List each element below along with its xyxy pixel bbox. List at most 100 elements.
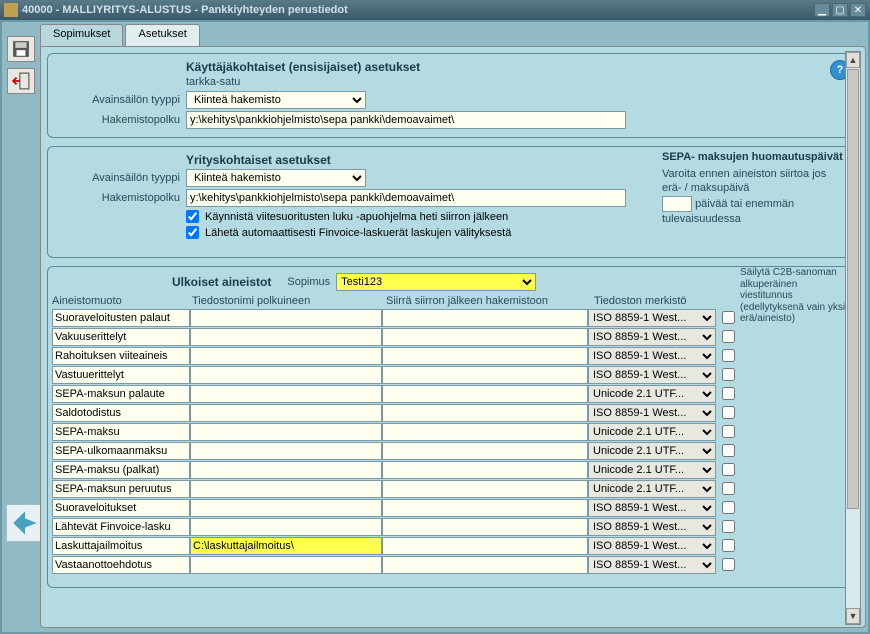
format-cell[interactable] — [52, 404, 190, 422]
user-settings-panel: ? Käyttäjäkohtaiset (ensisijaiset) asetu… — [47, 53, 859, 138]
filename-cell[interactable] — [190, 442, 382, 460]
filename-cell[interactable] — [190, 537, 382, 555]
filename-cell[interactable] — [190, 480, 382, 498]
encoding-select[interactable]: ISO 8859-1 West... — [588, 518, 716, 536]
send-finvoice-checkbox[interactable] — [186, 226, 199, 239]
filename-cell[interactable] — [190, 461, 382, 479]
scroll-down-button[interactable]: ▼ — [846, 608, 860, 624]
retain-checkbox[interactable] — [722, 520, 735, 533]
format-cell[interactable] — [52, 347, 190, 365]
movedir-cell[interactable] — [382, 347, 588, 365]
encoding-select[interactable]: ISO 8859-1 West... — [588, 328, 716, 346]
retain-checkbox[interactable] — [722, 349, 735, 362]
retain-checkbox[interactable] — [722, 330, 735, 343]
app-icon — [4, 3, 18, 17]
format-cell[interactable] — [52, 442, 190, 460]
scroll-up-button[interactable]: ▲ — [846, 52, 860, 68]
movedir-cell[interactable] — [382, 537, 588, 555]
vertical-scrollbar[interactable]: ▲ ▼ — [845, 51, 861, 625]
nav-logo — [6, 504, 44, 542]
tab-asetukset[interactable]: Asetukset — [125, 24, 199, 46]
tab-bar: Sopimukset Asetukset — [40, 24, 866, 46]
format-cell[interactable] — [52, 309, 190, 327]
exit-button[interactable] — [7, 68, 35, 94]
encoding-select[interactable]: ISO 8859-1 West... — [588, 556, 716, 574]
movedir-cell[interactable] — [382, 499, 588, 517]
minimize-button[interactable]: ▁ — [814, 3, 830, 17]
encoding-select[interactable]: Unicode 2.1 UTF... — [588, 480, 716, 498]
filename-cell[interactable] — [190, 347, 382, 365]
retain-checkbox[interactable] — [722, 501, 735, 514]
format-cell[interactable] — [52, 480, 190, 498]
filename-cell[interactable] — [190, 423, 382, 441]
encoding-select[interactable]: ISO 8859-1 West... — [588, 499, 716, 517]
format-cell[interactable] — [52, 328, 190, 346]
retain-checkbox[interactable] — [722, 387, 735, 400]
movedir-cell[interactable] — [382, 366, 588, 384]
format-cell[interactable] — [52, 537, 190, 555]
contract-select[interactable]: Testi123 — [336, 273, 536, 291]
movedir-cell[interactable] — [382, 328, 588, 346]
external-materials-panel: Säilytä C2B-sanoman alkuperäinen viestit… — [47, 266, 859, 588]
format-cell[interactable] — [52, 461, 190, 479]
filename-cell[interactable] — [190, 366, 382, 384]
movedir-cell[interactable] — [382, 309, 588, 327]
maximize-button[interactable]: ▢ — [832, 3, 848, 17]
encoding-select[interactable]: Unicode 2.1 UTF... — [588, 442, 716, 460]
retain-checkbox[interactable] — [722, 368, 735, 381]
retain-checkbox[interactable] — [722, 539, 735, 552]
format-cell[interactable] — [52, 518, 190, 536]
user-settings-title: Käyttäjäkohtaiset (ensisijaiset) asetuks… — [186, 60, 850, 74]
directory-path-input[interactable] — [186, 111, 626, 129]
movedir-cell[interactable] — [382, 461, 588, 479]
encoding-select[interactable]: Unicode 2.1 UTF... — [588, 423, 716, 441]
movedir-cell[interactable] — [382, 385, 588, 403]
movedir-cell[interactable] — [382, 480, 588, 498]
company-keystore-type-select[interactable]: Kiinteä hakemisto — [186, 169, 366, 187]
encoding-select[interactable]: ISO 8859-1 West... — [588, 537, 716, 555]
encoding-select[interactable]: ISO 8859-1 West... — [588, 366, 716, 384]
retain-checkbox[interactable] — [722, 463, 735, 476]
table-row: ISO 8859-1 West... — [52, 555, 854, 574]
encoding-select[interactable]: Unicode 2.1 UTF... — [588, 385, 716, 403]
scroll-thumb[interactable] — [847, 69, 859, 509]
movedir-cell[interactable] — [382, 518, 588, 536]
filename-cell[interactable] — [190, 309, 382, 327]
sepa-days-input[interactable] — [662, 196, 692, 212]
format-cell[interactable] — [52, 366, 190, 384]
retain-checkbox[interactable] — [722, 444, 735, 457]
filename-cell[interactable] — [190, 328, 382, 346]
encoding-select[interactable]: ISO 8859-1 West... — [588, 309, 716, 327]
format-cell[interactable] — [52, 423, 190, 441]
encoding-select[interactable]: Unicode 2.1 UTF... — [588, 461, 716, 479]
sepa-reminder-text1: Varoita ennen aineiston siirtoa jos erä-… — [662, 167, 848, 196]
start-helper-checkbox[interactable] — [186, 210, 199, 223]
movedir-cell[interactable] — [382, 404, 588, 422]
tab-sopimukset[interactable]: Sopimukset — [40, 24, 123, 46]
filename-cell[interactable] — [190, 499, 382, 517]
retain-checkbox[interactable] — [722, 425, 735, 438]
keystore-type-select[interactable]: Kiinteä hakemisto — [186, 91, 366, 109]
movedir-cell[interactable] — [382, 556, 588, 574]
movedir-cell[interactable] — [382, 423, 588, 441]
encoding-select[interactable]: ISO 8859-1 West... — [588, 404, 716, 422]
save-button[interactable] — [7, 36, 35, 62]
retain-checkbox[interactable] — [722, 558, 735, 571]
encoding-select[interactable]: ISO 8859-1 West... — [588, 347, 716, 365]
filename-cell[interactable] — [190, 385, 382, 403]
company-directory-path-input[interactable] — [186, 189, 626, 207]
retain-checkbox[interactable] — [722, 482, 735, 495]
movedir-cell[interactable] — [382, 442, 588, 460]
retain-checkbox[interactable] — [722, 406, 735, 419]
keystore-type-label: Avainsäilön tyyppi — [56, 94, 186, 106]
company-directory-path-label: Hakemistopolku — [56, 192, 186, 204]
retain-checkbox[interactable] — [722, 311, 735, 324]
close-button[interactable]: ✕ — [850, 3, 866, 17]
format-cell[interactable] — [52, 385, 190, 403]
send-finvoice-label: Lähetä automaattisesti Finvoice-laskuerä… — [205, 227, 511, 239]
filename-cell[interactable] — [190, 556, 382, 574]
format-cell[interactable] — [52, 556, 190, 574]
filename-cell[interactable] — [190, 518, 382, 536]
format-cell[interactable] — [52, 499, 190, 517]
filename-cell[interactable] — [190, 404, 382, 422]
